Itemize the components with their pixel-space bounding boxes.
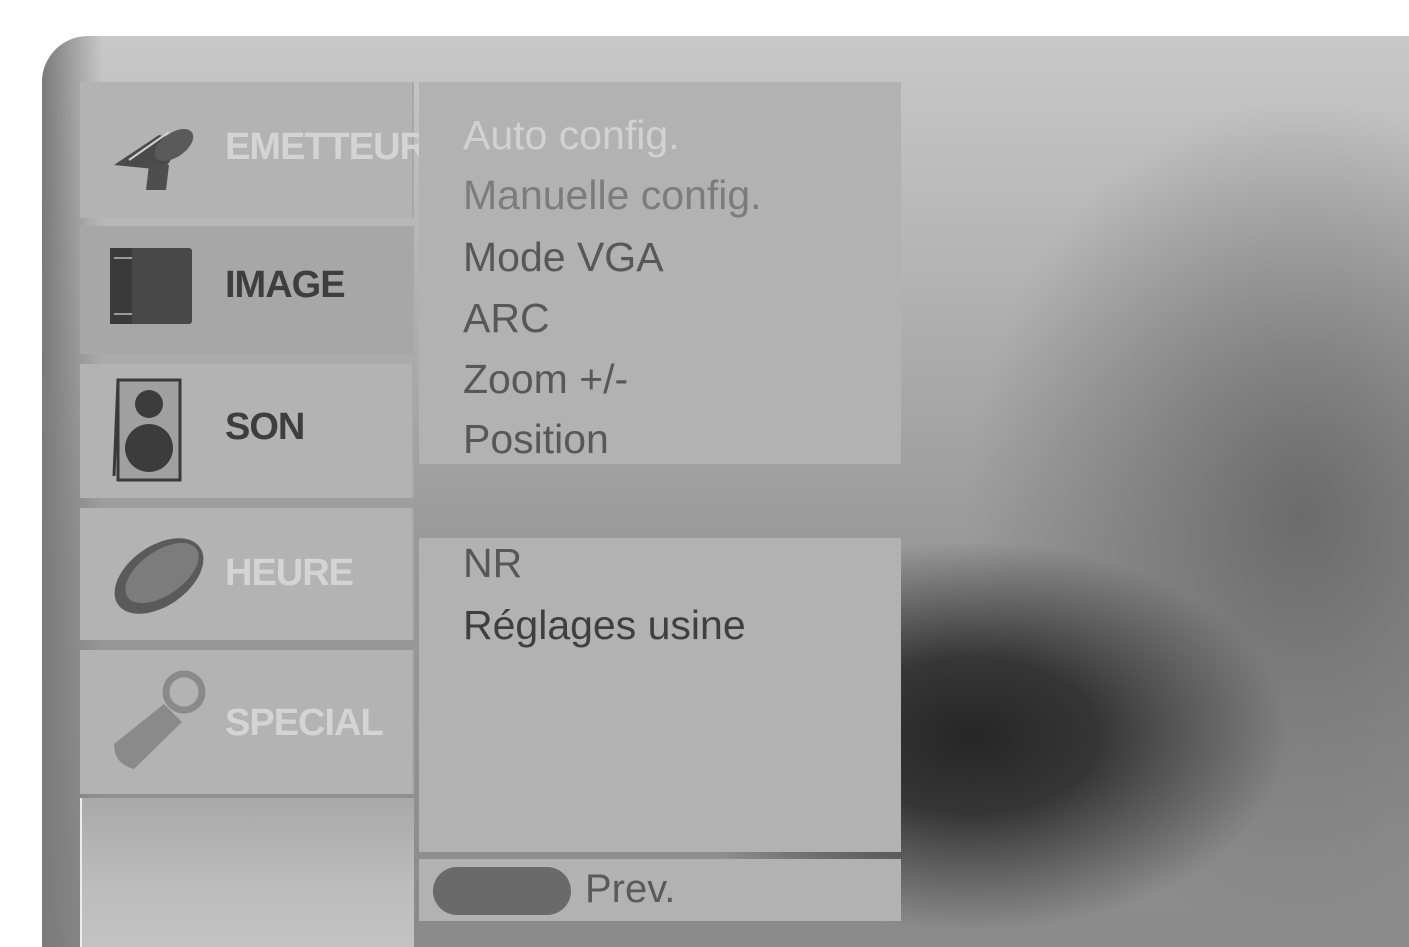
satellite-dish-icon [104, 110, 204, 205]
tab-heure[interactable]: HEURE [80, 508, 414, 640]
menu-item-manuelle-config[interactable]: Manuelle config. [463, 172, 762, 219]
tab-label: EMETTEUR [225, 126, 427, 168]
menu-item-zoom[interactable]: Zoom +/- [463, 356, 628, 403]
tool-icon [104, 664, 214, 784]
speaker-icon [104, 376, 194, 491]
tab-special[interactable]: SPECIAL [80, 650, 414, 794]
menu-item-mode-vga[interactable]: Mode VGA [463, 234, 664, 281]
tab-label: IMAGE [225, 264, 346, 306]
tab-son[interactable]: SON [80, 364, 414, 498]
menu-footer: Prev. [419, 859, 901, 921]
tab-label: HEURE [225, 552, 354, 594]
menu-panel: Auto config. Manuelle config. Mode VGA A… [419, 82, 901, 464]
clock-icon [104, 526, 214, 631]
menu-item-arc[interactable]: ARC [463, 295, 550, 342]
menu-button-icon [433, 867, 571, 915]
prev-label[interactable]: Prev. [585, 867, 675, 912]
menu-item-reglages-usine[interactable]: Réglages usine [463, 602, 746, 649]
picture-icon [104, 244, 194, 331]
tab-emetteur[interactable]: EMETTEUR [80, 82, 427, 218]
menu-item-nr[interactable]: NR [463, 540, 522, 587]
menu-panel-lower: NR Réglages usine [419, 538, 901, 852]
tab-image[interactable]: IMAGE [80, 226, 414, 354]
tab-bottom-filler [80, 798, 414, 947]
tv-osd-screen: EMETTEUR IMAGE SON HEURE SPECIAL Auto co… [42, 36, 1409, 947]
menu-item-position[interactable]: Position [463, 416, 609, 463]
tab-label: SPECIAL [225, 702, 384, 744]
tab-label: SON [225, 406, 305, 448]
menu-item-auto-config[interactable]: Auto config. [463, 112, 680, 159]
